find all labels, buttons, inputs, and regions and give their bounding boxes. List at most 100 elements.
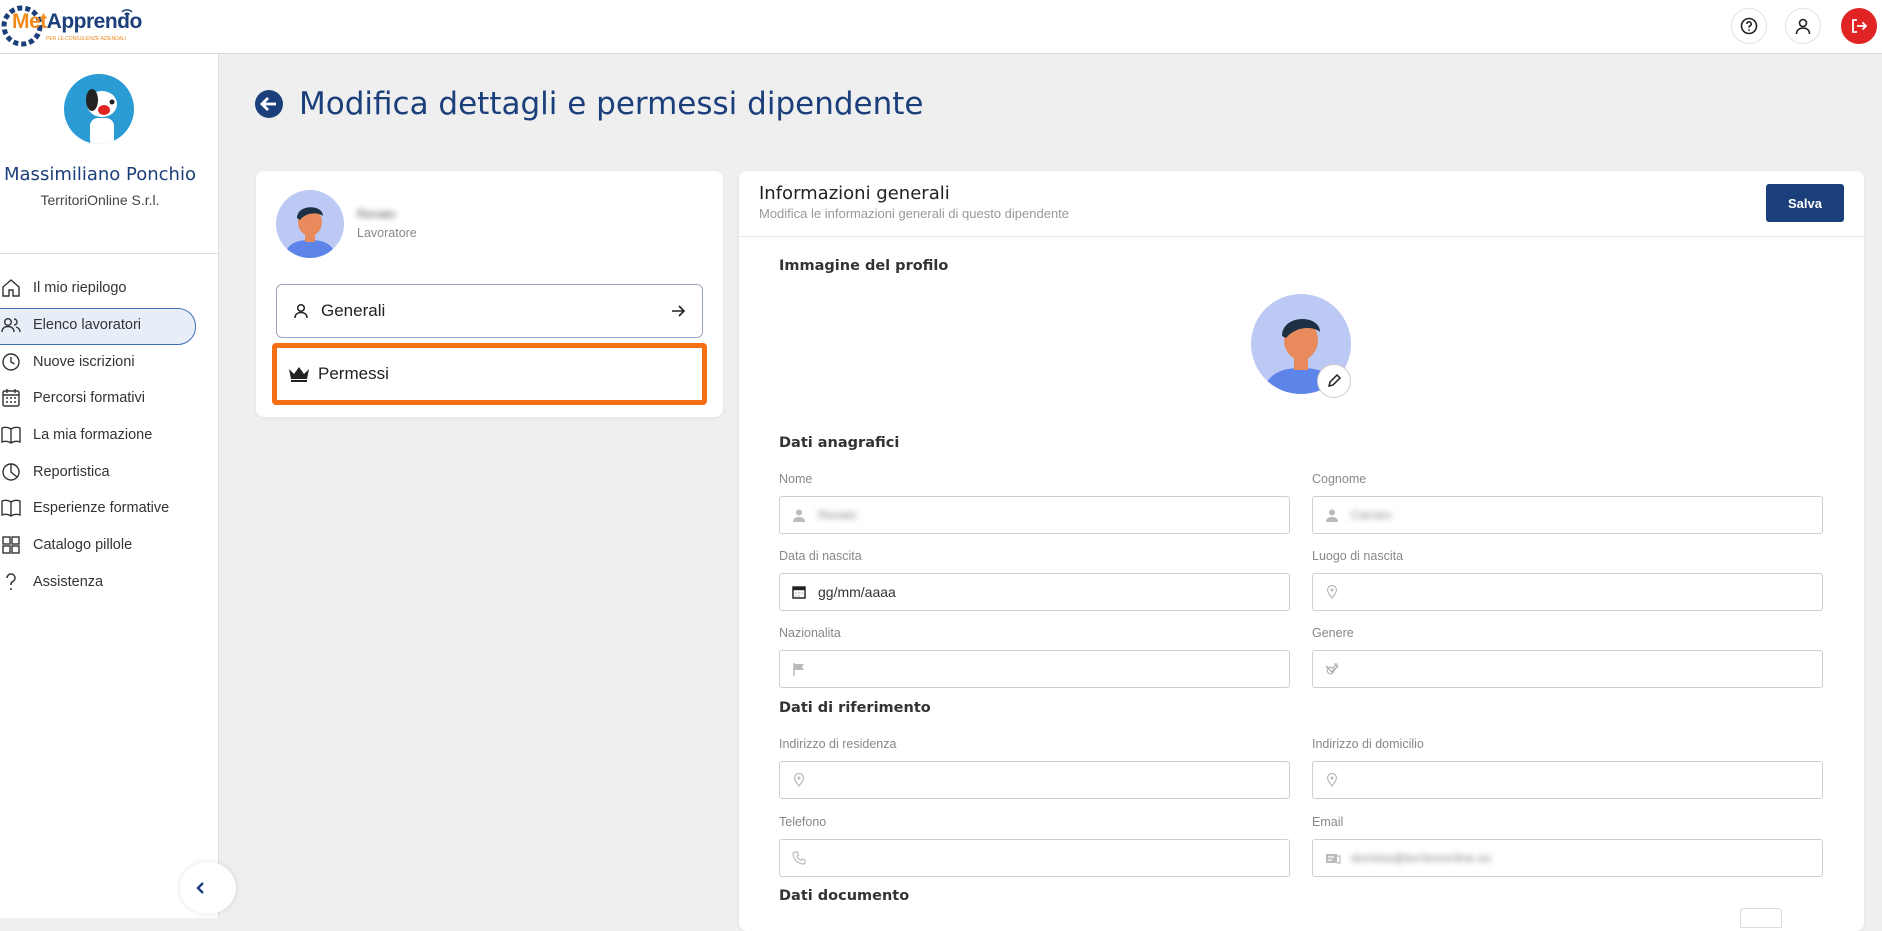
flag-icon bbox=[793, 663, 804, 676]
user-icon bbox=[1326, 509, 1338, 522]
sidebar-item-label: Assistenza bbox=[33, 573, 104, 590]
map-pin-icon bbox=[1326, 773, 1338, 787]
nav-generali-button[interactable]: Generali bbox=[276, 284, 703, 338]
date-picker-icon[interactable] bbox=[792, 585, 806, 599]
person-avatar-image bbox=[284, 207, 336, 258]
sidebar-item-lavoratori[interactable]: Elenco lavoratori bbox=[0, 307, 219, 345]
residenza-label: Indirizzo di residenza bbox=[779, 737, 897, 751]
sidebar-item-label: Catalogo pillole bbox=[33, 537, 133, 554]
sidebar: Massimiliano Ponchio TerritoriOnline S.r… bbox=[0, 54, 236, 918]
wifi-icon bbox=[121, 9, 133, 16]
edit-picture-button[interactable] bbox=[1317, 364, 1351, 398]
nazionalita-label: Nazionalita bbox=[779, 626, 841, 640]
book-open-icon bbox=[1, 500, 21, 518]
panel-title: Informazioni generali bbox=[759, 183, 950, 204]
nav-generali-label: Generali bbox=[321, 301, 386, 320]
user-icon bbox=[793, 509, 805, 522]
email-field[interactable]: dominio@territorionline.eu bbox=[1312, 839, 1823, 877]
email-value: dominio@territorionline.eu bbox=[1351, 851, 1492, 865]
section-document-label: Dati documento bbox=[779, 888, 910, 904]
email-label: Email bbox=[1312, 815, 1344, 829]
employee-card: Renato Lavoratore Generali Permessi bbox=[256, 171, 723, 417]
user-avatar[interactable] bbox=[64, 74, 134, 144]
grid-icon bbox=[2, 536, 20, 554]
employee-role: Lavoratore bbox=[357, 226, 417, 240]
profile-image-label: Immagine del profilo bbox=[779, 258, 949, 274]
panel-subtitle: Modifica le informazioni generali di que… bbox=[759, 206, 1070, 221]
help-button[interactable] bbox=[1731, 8, 1767, 44]
sidebar-item-formazione[interactable]: La mia formazione bbox=[0, 417, 219, 454]
map-pin-icon bbox=[793, 773, 805, 787]
sidebar-item-reportistica[interactable]: Reportistica bbox=[0, 453, 219, 490]
luogo-nascita-field[interactable] bbox=[1312, 573, 1823, 611]
nome-label: Nome bbox=[779, 472, 813, 486]
phone-icon bbox=[792, 851, 806, 865]
employee-avatar bbox=[276, 190, 344, 258]
data-nascita-field[interactable]: gg/mm/aaaa bbox=[779, 573, 1290, 611]
email-icon bbox=[1326, 854, 1341, 864]
sidebar-item-assistenza[interactable]: Assistenza bbox=[0, 564, 219, 601]
cognome-value: Carraro bbox=[1351, 508, 1392, 522]
calendar-icon bbox=[2, 389, 20, 408]
sidebar-menu: Il mio riepilogo Elenco lavoratori Nuove… bbox=[0, 270, 219, 600]
user-icon bbox=[1795, 18, 1811, 35]
sidebar-item-riepilogo[interactable]: Il mio riepilogo bbox=[0, 270, 219, 307]
back-arrow-icon[interactable] bbox=[254, 89, 284, 119]
panel-header: Informazioni generali Modifica le inform… bbox=[739, 171, 1864, 237]
telefono-field[interactable] bbox=[779, 839, 1290, 877]
logout-icon bbox=[1852, 19, 1868, 33]
users-icon bbox=[1, 318, 21, 333]
crown-icon bbox=[289, 367, 309, 382]
sidebar-item-iscrizioni[interactable]: Nuove iscrizioni bbox=[0, 343, 219, 380]
domicilio-field[interactable] bbox=[1312, 761, 1823, 799]
domicilio-label: Indirizzo di domicilio bbox=[1312, 737, 1424, 751]
page-heading: Modifica dettagli e permessi dipendente bbox=[254, 86, 923, 122]
chevron-left-icon bbox=[196, 882, 204, 894]
section-reference-label: Dati di riferimento bbox=[779, 700, 931, 716]
pencil-icon bbox=[1327, 373, 1342, 388]
top-bar: MetApprendo PER LE CONSULENZE AZIENDALI bbox=[0, 0, 1882, 54]
luogo-nascita-label: Luogo di nascita bbox=[1312, 549, 1404, 563]
map-pin-icon bbox=[1326, 585, 1338, 599]
user-company: TerritoriOnline S.r.l. bbox=[40, 192, 160, 208]
sidebar-item-label: Percorsi formativi bbox=[33, 390, 145, 407]
data-nascita-label: Data di nascita bbox=[779, 549, 862, 563]
metapprendo-logo[interactable]: MetApprendo PER LE CONSULENZE AZIENDALI bbox=[1, 4, 142, 48]
scroll-to-top-button[interactable] bbox=[1740, 908, 1782, 928]
nazionalita-field[interactable] bbox=[779, 650, 1290, 688]
question-icon bbox=[6, 573, 16, 590]
logout-button[interactable] bbox=[1841, 8, 1877, 44]
general-info-panel: Informazioni generali Modifica le inform… bbox=[739, 171, 1864, 931]
arrow-right-icon bbox=[672, 305, 686, 317]
snoopy-avatar-image bbox=[86, 89, 117, 144]
cognome-field[interactable]: Carraro bbox=[1312, 496, 1823, 534]
nav-permessi-button[interactable]: Permessi bbox=[272, 343, 707, 405]
data-nascita-value: gg/mm/aaaa bbox=[818, 584, 896, 600]
sidebar-item-percorsi[interactable]: Percorsi formativi bbox=[0, 380, 219, 417]
residenza-field[interactable] bbox=[779, 761, 1290, 799]
home-icon bbox=[2, 279, 20, 298]
save-button[interactable]: Salva bbox=[1766, 184, 1844, 222]
sidebar-item-catalogo[interactable]: Catalogo pillole bbox=[0, 527, 219, 564]
sidebar-divider bbox=[0, 253, 218, 254]
logo-tagline: PER LE CONSULENZE AZIENDALI bbox=[46, 36, 127, 42]
user-icon bbox=[294, 303, 308, 319]
nome-field[interactable]: Renato bbox=[779, 496, 1290, 534]
collapse-sidebar-button[interactable] bbox=[180, 862, 236, 914]
sidebar-item-label: Il mio riepilogo bbox=[33, 280, 127, 297]
book-icon bbox=[1, 426, 21, 444]
genere-label: Genere bbox=[1312, 626, 1354, 640]
pie-chart-icon bbox=[2, 463, 20, 481]
account-button[interactable] bbox=[1785, 8, 1821, 44]
section-personal-label: Dati anagrafici bbox=[779, 435, 900, 451]
sidebar-item-label: La mia formazione bbox=[33, 427, 153, 444]
sidebar-item-label: Esperienze formative bbox=[33, 500, 170, 517]
sidebar-item-esperienze[interactable]: Esperienze formative bbox=[0, 490, 219, 527]
user-name: Massimiliano Ponchio bbox=[4, 164, 196, 185]
nav-permessi-label: Permessi bbox=[318, 364, 389, 383]
sidebar-item-label: Reportistica bbox=[33, 463, 110, 480]
genere-select[interactable] bbox=[1312, 650, 1823, 688]
question-circle-icon bbox=[1740, 17, 1758, 35]
sidebar-item-label: Elenco lavoratori bbox=[33, 317, 141, 334]
page-title: Modifica dettagli e permessi dipendente bbox=[299, 86, 924, 122]
